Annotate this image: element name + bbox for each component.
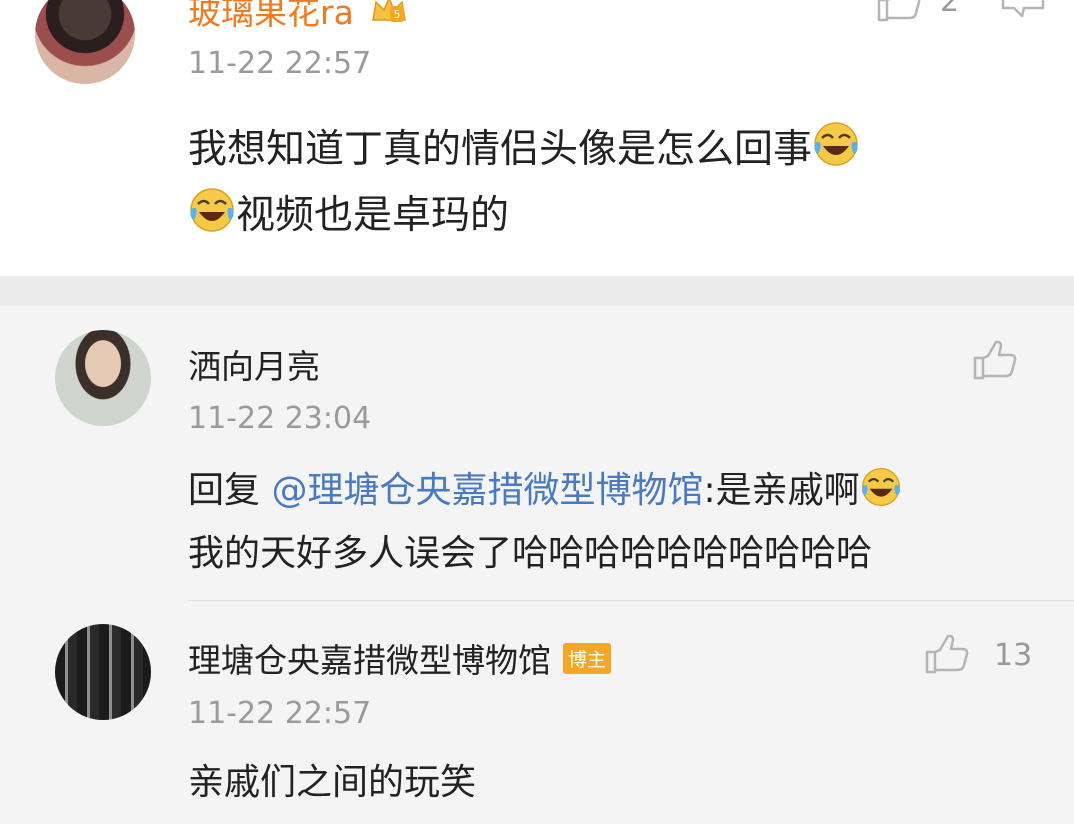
username-text[interactable]: 玻璃果花ra bbox=[188, 0, 354, 32]
reply-text: :是亲戚啊 bbox=[703, 470, 860, 511]
comment-icon[interactable] bbox=[1000, 0, 1046, 24]
blogger-username[interactable]: 理塘仓央嘉措微型博物馆 博主 bbox=[188, 634, 612, 682]
main-comment-line2: 视频也是卓玛的 bbox=[236, 193, 510, 238]
avatar[interactable] bbox=[55, 624, 151, 720]
avatar[interactable] bbox=[35, 0, 135, 84]
reply-divider bbox=[188, 600, 1074, 601]
svg-text:5: 5 bbox=[394, 8, 401, 21]
main-comment-time: 11-22 22:57 bbox=[188, 46, 372, 81]
username-text[interactable]: 理塘仓央嘉措微型博物馆 bbox=[188, 641, 551, 680]
reply-prefix: 回复 bbox=[188, 470, 272, 511]
section-separator bbox=[0, 276, 1074, 306]
laughing-crying-emoji-icon bbox=[860, 466, 902, 525]
thumbs-up-icon[interactable] bbox=[924, 634, 970, 678]
thumbs-up-icon[interactable] bbox=[972, 340, 1018, 384]
reply-time: 11-22 22:57 bbox=[188, 696, 372, 731]
reply-like-count: 13 bbox=[994, 638, 1033, 673]
laughing-crying-emoji-icon bbox=[188, 186, 236, 252]
reply-content: 回复 @理塘仓央嘉措微型博物馆:是亲戚啊 我的天好多人误会了哈哈哈哈哈哈哈哈哈哈 bbox=[188, 462, 902, 582]
main-comment-content: 我想知道丁真的情侣头像是怎么回事 视频也是卓玛的 bbox=[188, 120, 860, 252]
laughing-crying-emoji-icon bbox=[812, 120, 860, 186]
crown-icon: 5 bbox=[370, 0, 408, 34]
blogger-badge: 博主 bbox=[563, 643, 612, 674]
main-comment-username[interactable]: 玻璃果花ra 5 bbox=[188, 0, 408, 34]
reply-username[interactable]: 洒向月亮 bbox=[188, 340, 320, 388]
main-comment-line1: 我想知道丁真的情侣头像是怎么回事 bbox=[188, 127, 813, 172]
thumbs-up-icon[interactable] bbox=[876, 0, 922, 26]
reply-time: 11-22 23:04 bbox=[188, 401, 372, 436]
mention-link[interactable]: @理塘仓央嘉措微型博物馆 bbox=[271, 470, 703, 511]
main-like-count: 2 bbox=[940, 0, 960, 19]
reply-content: 亲戚们之间的玩笑 bbox=[188, 762, 477, 803]
avatar[interactable] bbox=[55, 330, 151, 426]
main-comment-card: 玻璃果花ra 5 11-22 22:57 2 我想知道丁真的情侣头像是怎么回事 bbox=[0, 0, 1074, 276]
reply-line2: 我的天好多人误会了哈哈哈哈哈哈哈哈哈哈 bbox=[188, 533, 873, 574]
